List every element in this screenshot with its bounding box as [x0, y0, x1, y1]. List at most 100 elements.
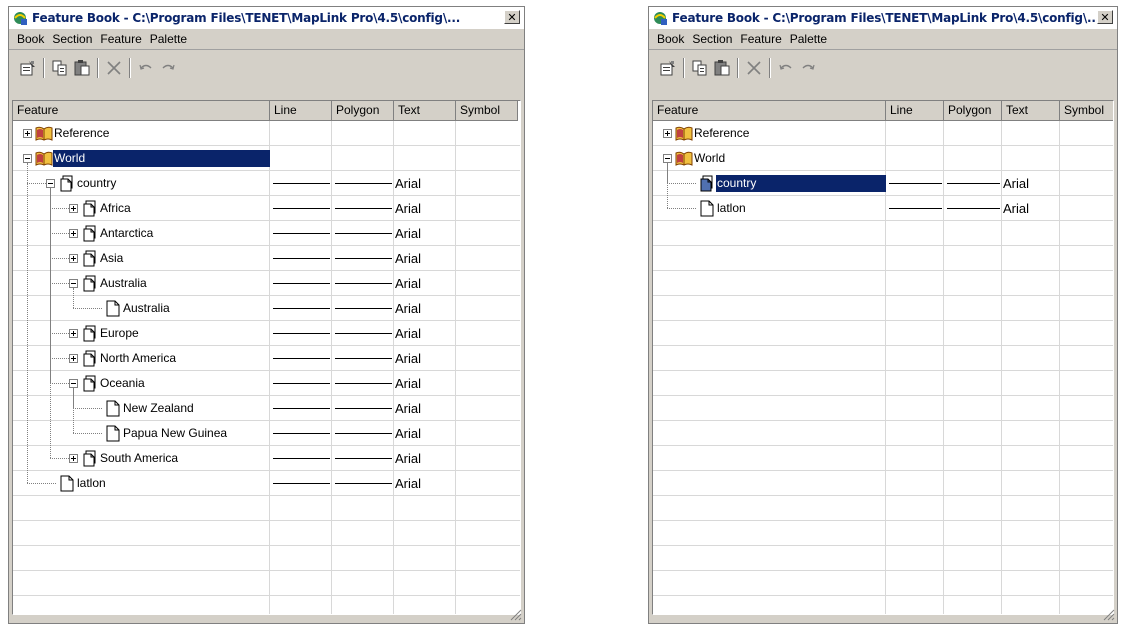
collapse-icon[interactable]	[663, 154, 672, 163]
menu-book[interactable]: Book	[13, 32, 48, 46]
feature-label[interactable]: Reference	[53, 125, 110, 142]
polygon-style-sample[interactable]	[947, 208, 1000, 209]
properties-icon[interactable]	[657, 57, 679, 79]
tree-row[interactable]: Australia Arial	[13, 296, 520, 321]
text-style-value[interactable]: Arial	[395, 325, 421, 342]
feature-label[interactable]: Papua New Guinea	[122, 425, 228, 442]
tree-row[interactable]: latlon Arial	[653, 196, 1113, 221]
text-style-value[interactable]: Arial	[395, 200, 421, 217]
text-style-value[interactable]: Arial	[395, 275, 421, 292]
feature-label[interactable]: North America	[99, 350, 177, 367]
tree-row[interactable]: Australia Arial	[13, 271, 520, 296]
menu-feature[interactable]: Feature	[96, 32, 145, 46]
undo-icon[interactable]	[775, 57, 797, 79]
polygon-style-sample[interactable]	[335, 458, 392, 459]
text-style-value[interactable]: Arial	[395, 300, 421, 317]
tree-row[interactable]: New Zealand Arial	[13, 396, 520, 421]
column-header-polygon[interactable]: Polygon	[944, 101, 1002, 121]
feature-table[interactable]: Feature Line Polygon Text Symbol Reference Wor…	[652, 100, 1114, 615]
title-bar[interactable]: Feature Book - C:\Program Files\TENET\Ma…	[649, 7, 1117, 29]
feature-label[interactable]: Oceania	[99, 375, 146, 392]
feature-label[interactable]: latlon	[76, 475, 107, 492]
polygon-style-sample[interactable]	[335, 183, 392, 184]
expand-icon[interactable]	[69, 254, 78, 263]
resize-grip-icon[interactable]	[1103, 609, 1115, 621]
collapse-icon[interactable]	[46, 179, 55, 188]
text-style-value[interactable]: Arial	[395, 250, 421, 267]
feature-label[interactable]: South America	[99, 450, 179, 467]
polygon-style-sample[interactable]	[335, 308, 392, 309]
tree-row[interactable]: Reference	[13, 121, 520, 146]
expand-icon[interactable]	[69, 329, 78, 338]
text-style-value[interactable]: Arial	[395, 450, 421, 467]
line-style-sample[interactable]	[889, 183, 942, 184]
column-header-symbol[interactable]: Symbol	[456, 101, 518, 121]
feature-label[interactable]: latlon	[716, 200, 747, 217]
copy-icon[interactable]	[689, 57, 711, 79]
polygon-style-sample[interactable]	[335, 483, 392, 484]
column-header-feature[interactable]: Feature	[653, 101, 886, 121]
tree-row[interactable]: World	[13, 146, 520, 171]
polygon-style-sample[interactable]	[335, 333, 392, 334]
text-style-value[interactable]: Arial	[1003, 200, 1029, 217]
tree-row[interactable]: Papua New Guinea Arial	[13, 421, 520, 446]
tree-row[interactable]: World	[653, 146, 1113, 171]
feature-label[interactable]: Africa	[99, 200, 132, 217]
menu-feature[interactable]: Feature	[736, 32, 785, 46]
tree-row[interactable]: Africa Arial	[13, 196, 520, 221]
redo-icon[interactable]	[797, 57, 819, 79]
feature-label[interactable]: Reference	[693, 125, 750, 142]
feature-label[interactable]: country	[76, 175, 117, 192]
resize-grip-icon[interactable]	[510, 609, 522, 621]
polygon-style-sample[interactable]	[335, 283, 392, 284]
column-header-line[interactable]: Line	[270, 101, 332, 121]
column-header-line[interactable]: Line	[886, 101, 944, 121]
text-style-value[interactable]: Arial	[395, 350, 421, 367]
menu-palette[interactable]: Palette	[146, 32, 191, 46]
text-style-value[interactable]: Arial	[395, 225, 421, 242]
expand-icon[interactable]	[69, 454, 78, 463]
expand-icon[interactable]	[23, 129, 32, 138]
paste-icon[interactable]	[711, 57, 733, 79]
line-style-sample[interactable]	[273, 458, 330, 459]
line-style-sample[interactable]	[273, 283, 330, 284]
tree-row[interactable]: Antarctica Arial	[13, 221, 520, 246]
tree-row[interactable]: Europe Arial	[13, 321, 520, 346]
tree-row[interactable]: Reference	[653, 121, 1113, 146]
tree-row[interactable]: country Arial	[653, 171, 1113, 196]
polygon-style-sample[interactable]	[335, 433, 392, 434]
line-style-sample[interactable]	[273, 383, 330, 384]
tree-row[interactable]: Asia Arial	[13, 246, 520, 271]
feature-label[interactable]: Antarctica	[99, 225, 154, 242]
feature-label[interactable]: Europe	[99, 325, 140, 342]
text-style-value[interactable]: Arial	[395, 475, 421, 492]
feature-label[interactable]: World	[53, 150, 270, 167]
line-style-sample[interactable]	[273, 258, 330, 259]
line-style-sample[interactable]	[273, 308, 330, 309]
line-style-sample[interactable]	[273, 483, 330, 484]
line-style-sample[interactable]	[889, 208, 942, 209]
tree-row[interactable]: North America Arial	[13, 346, 520, 371]
undo-icon[interactable]	[135, 57, 157, 79]
tree-row[interactable]: country Arial	[13, 171, 520, 196]
polygon-style-sample[interactable]	[335, 208, 392, 209]
line-style-sample[interactable]	[273, 433, 330, 434]
feature-table[interactable]: Feature Line Polygon Text Symbol Reference Wor…	[12, 100, 521, 615]
close-button[interactable]: ✕	[1097, 10, 1113, 24]
menu-palette[interactable]: Palette	[786, 32, 831, 46]
feature-label[interactable]: Australia	[122, 300, 171, 317]
expand-icon[interactable]	[69, 204, 78, 213]
tree-row[interactable]: South America Arial	[13, 446, 520, 471]
close-button[interactable]: ✕	[504, 10, 520, 24]
text-style-value[interactable]: Arial	[395, 375, 421, 392]
feature-label[interactable]: New Zealand	[122, 400, 195, 417]
feature-label[interactable]: Asia	[99, 250, 124, 267]
line-style-sample[interactable]	[273, 233, 330, 234]
tree-row[interactable]: Oceania Arial	[13, 371, 520, 396]
line-style-sample[interactable]	[273, 183, 330, 184]
expand-icon[interactable]	[663, 129, 672, 138]
menu-book[interactable]: Book	[653, 32, 688, 46]
column-header-symbol[interactable]: Symbol	[1060, 101, 1113, 121]
tree-row[interactable]: latlon Arial	[13, 471, 520, 496]
polygon-style-sample[interactable]	[335, 358, 392, 359]
